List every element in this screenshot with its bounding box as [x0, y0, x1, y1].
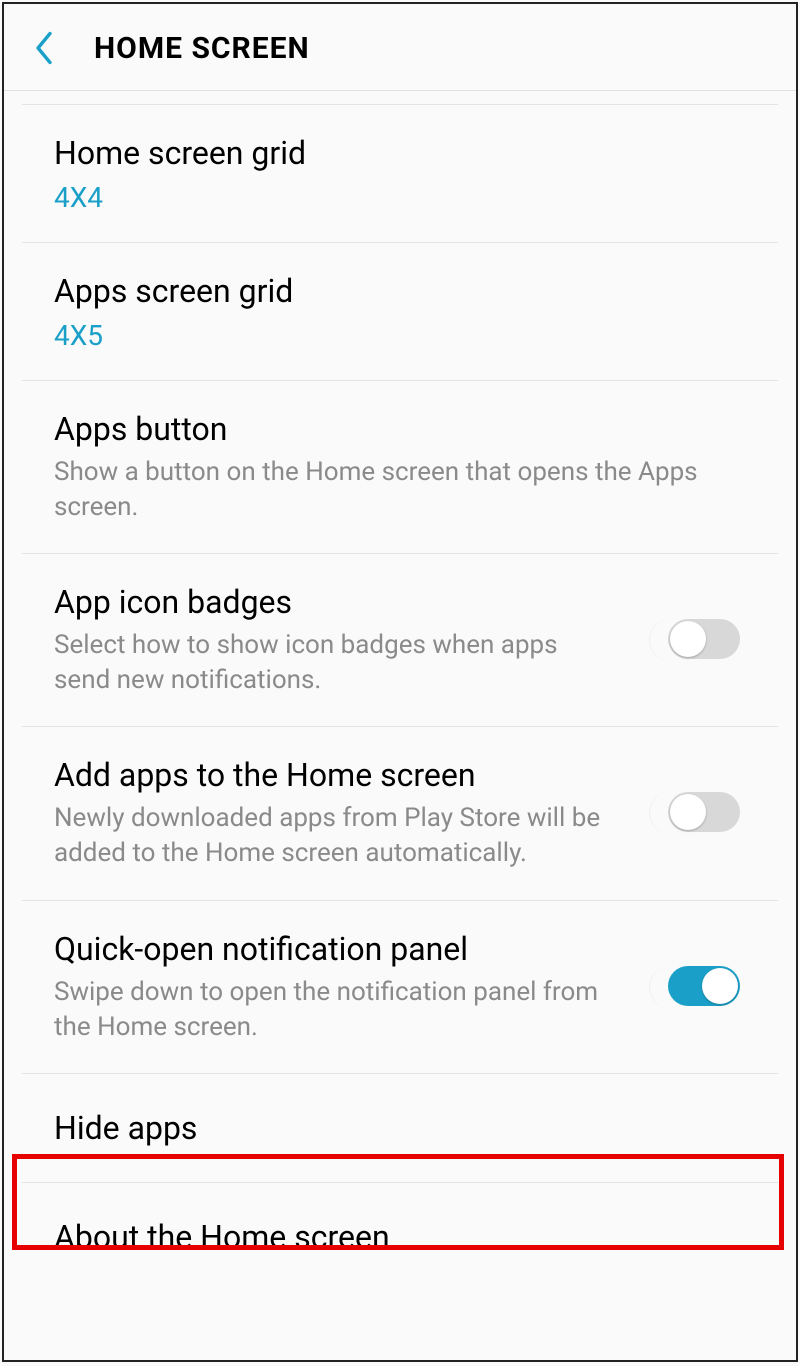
- toggle-track: [668, 619, 740, 659]
- row-home-screen-grid[interactable]: Home screen grid 4X4: [22, 105, 778, 243]
- row-title: Add apps to the Home screen: [54, 755, 619, 795]
- toggle-quick-open-notif[interactable]: [649, 966, 746, 1008]
- toggle-knob: [670, 621, 706, 657]
- row-desc: Show a button on the Home screen that op…: [54, 455, 726, 525]
- settings-screen: HOME SCREEN Home screen grid 4X4 Apps sc…: [2, 2, 798, 1362]
- back-icon[interactable]: [24, 28, 64, 68]
- row-desc: Select how to show icon badges when apps…: [54, 628, 619, 698]
- row-about-home-screen[interactable]: About the Home screen: [22, 1183, 778, 1291]
- row-quick-open-notif[interactable]: Quick-open notification panel Swipe down…: [22, 901, 778, 1074]
- divider: [22, 91, 778, 105]
- row-title: Apps screen grid: [54, 271, 726, 311]
- page-title: HOME SCREEN: [94, 31, 310, 66]
- row-content: Quick-open notification panel Swipe down…: [54, 929, 639, 1045]
- toggle-track: [668, 792, 740, 832]
- row-value: 4X4: [54, 181, 726, 214]
- toggle-add-apps-home[interactable]: [649, 792, 746, 834]
- row-title: About the Home screen: [54, 1217, 726, 1257]
- row-add-apps-home[interactable]: Add apps to the Home screen Newly downlo…: [22, 727, 778, 900]
- row-content: Apps button Show a button on the Home sc…: [54, 409, 746, 525]
- row-apps-button[interactable]: Apps button Show a button on the Home sc…: [22, 381, 778, 554]
- row-app-icon-badges[interactable]: App icon badges Select how to show icon …: [22, 554, 778, 727]
- row-title: App icon badges: [54, 582, 619, 622]
- row-title: Hide apps: [54, 1108, 726, 1148]
- header-bar: HOME SCREEN: [4, 4, 796, 91]
- row-content: About the Home screen: [54, 1217, 746, 1257]
- row-title: Apps button: [54, 409, 726, 449]
- row-hide-apps[interactable]: Hide apps: [22, 1074, 778, 1183]
- row-content: Hide apps: [54, 1108, 746, 1148]
- row-title: Home screen grid: [54, 133, 726, 173]
- toggle-track: [668, 966, 740, 1006]
- row-desc: Swipe down to open the notification pane…: [54, 975, 619, 1045]
- row-content: Home screen grid 4X4: [54, 133, 746, 214]
- toggle-app-icon-badges[interactable]: [649, 619, 746, 661]
- row-content: Apps screen grid 4X5: [54, 271, 746, 352]
- row-content: App icon badges Select how to show icon …: [54, 582, 639, 698]
- row-title: Quick-open notification panel: [54, 929, 619, 969]
- row-content: Add apps to the Home screen Newly downlo…: [54, 755, 639, 871]
- toggle-knob: [670, 794, 706, 830]
- row-value: 4X5: [54, 319, 726, 352]
- toggle-knob: [702, 968, 738, 1004]
- row-apps-screen-grid[interactable]: Apps screen grid 4X5: [22, 243, 778, 381]
- settings-list: Home screen grid 4X4 Apps screen grid 4X…: [4, 105, 796, 1291]
- row-desc: Newly downloaded apps from Play Store wi…: [54, 801, 619, 871]
- chevron-left-icon: [33, 31, 55, 65]
